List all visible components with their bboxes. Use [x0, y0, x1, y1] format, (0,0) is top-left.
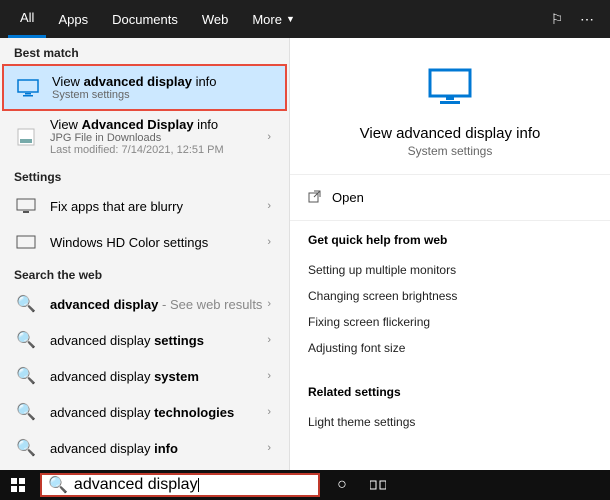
quick-help-link[interactable]: Fixing screen flickering	[308, 309, 592, 335]
open-action[interactable]: Open	[290, 175, 610, 221]
task-view-icon[interactable]	[360, 470, 396, 500]
web-result[interactable]: 🔍advanced display system›	[0, 358, 289, 394]
preview-subtitle: System settings	[306, 144, 594, 158]
settings-result[interactable]: Fix apps that are blurry ›	[0, 188, 289, 224]
search-box[interactable]: 🔍 advanced display	[40, 473, 320, 497]
chevron-down-icon: ▼	[286, 14, 295, 24]
file-result[interactable]: View Advanced Display info JPG File in D…	[0, 111, 289, 162]
result-title: View Advanced Display info	[50, 117, 263, 132]
result-title: View advanced display info	[52, 74, 273, 89]
monitor-icon	[306, 66, 594, 111]
quick-help-link[interactable]: Adjusting font size	[308, 335, 592, 361]
quick-help-link[interactable]: Setting up multiple monitors	[308, 257, 592, 283]
web-result[interactable]: 🔍advanced display - See web results›	[0, 286, 289, 322]
filter-tabs: All Apps Documents Web More▼ ⚐ ⋯	[0, 0, 610, 38]
best-match-result[interactable]: View advanced display info System settin…	[2, 64, 287, 111]
feedback-icon[interactable]: ⚐	[542, 11, 572, 28]
search-icon: 🔍	[14, 328, 38, 352]
start-button[interactable]	[0, 470, 36, 500]
search-icon: 🔍	[14, 400, 38, 424]
preview-title: View advanced display info	[306, 125, 594, 142]
cortana-icon[interactable]: ○	[324, 470, 360, 500]
taskbar: 🔍 advanced display ○	[0, 470, 610, 500]
open-icon	[308, 189, 322, 206]
more-options-icon[interactable]: ⋯	[572, 11, 602, 28]
tab-more[interactable]: More▼	[240, 0, 307, 38]
chevron-right-icon: ›	[263, 131, 275, 143]
chevron-right-icon: ›	[263, 406, 275, 418]
section-settings: Settings	[0, 162, 289, 188]
web-result[interactable]: 🔍advanced display settings›	[0, 322, 289, 358]
monitor-icon	[16, 76, 40, 100]
related-heading: Related settings	[308, 385, 592, 399]
search-icon: 🔍	[48, 475, 68, 495]
section-best-match: Best match	[0, 38, 289, 64]
jpg-icon	[14, 125, 38, 149]
related-link[interactable]: Light theme settings	[308, 409, 592, 435]
search-icon: 🔍	[14, 436, 38, 460]
preview-panel: View advanced display info System settin…	[290, 38, 610, 470]
settings-result[interactable]: Windows HD Color settings ›	[0, 224, 289, 260]
chevron-right-icon: ›	[263, 442, 275, 454]
search-icon: 🔍	[14, 364, 38, 388]
tab-documents[interactable]: Documents	[100, 0, 190, 38]
chevron-right-icon: ›	[263, 334, 275, 346]
quick-help-link[interactable]: Changing screen brightness	[308, 283, 592, 309]
section-search-web: Search the web	[0, 260, 289, 286]
result-subtitle: System settings	[52, 89, 273, 101]
results-panel: Best match View advanced display info Sy…	[0, 38, 290, 470]
search-text: advanced display	[74, 476, 198, 494]
result-subtitle: JPG File in Downloads	[50, 132, 263, 144]
monitor-icon	[14, 194, 38, 218]
display-color-icon	[14, 230, 38, 254]
web-result[interactable]: 🔍advanced display info›	[0, 430, 289, 466]
chevron-right-icon: ›	[263, 370, 275, 382]
web-result[interactable]: 🔍advanced display technologies›	[0, 394, 289, 430]
tab-web[interactable]: Web	[190, 0, 241, 38]
chevron-right-icon: ›	[263, 236, 275, 248]
chevron-right-icon: ›	[263, 298, 275, 310]
quick-help-heading: Get quick help from web	[308, 233, 592, 247]
result-modified: Last modified: 7/14/2021, 12:51 PM	[50, 144, 263, 156]
tab-apps[interactable]: Apps	[46, 0, 100, 38]
tab-all[interactable]: All	[8, 0, 46, 38]
chevron-right-icon: ›	[263, 200, 275, 212]
search-icon: 🔍	[14, 292, 38, 316]
